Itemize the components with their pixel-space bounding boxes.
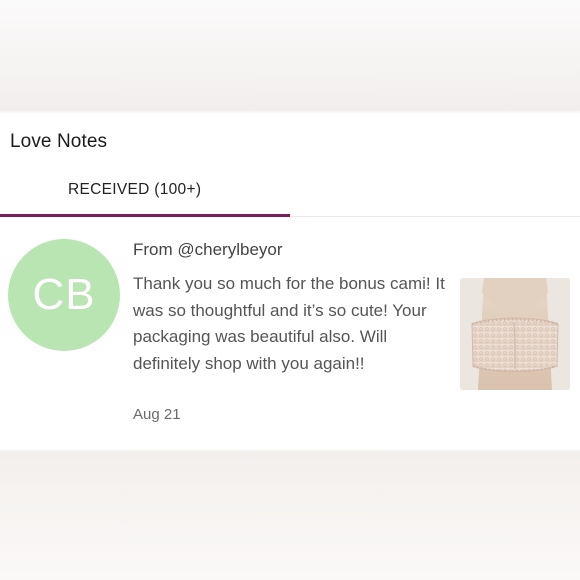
avatar[interactable]: CB	[8, 239, 120, 351]
lace-bandeau-photo	[460, 278, 570, 390]
tab-active-indicator	[0, 214, 290, 217]
note-date: Aug 21	[133, 406, 181, 423]
tab-received[interactable]: RECEIVED (100+)	[0, 172, 290, 218]
tabs-divider	[290, 216, 580, 217]
note-message: Thank you so much for the bonus cami! It…	[133, 274, 445, 373]
product-thumbnail[interactable]	[460, 278, 570, 390]
page-title: Love Notes	[10, 131, 108, 152]
tab-received-label: RECEIVED (100+)	[68, 181, 202, 198]
avatar-initials: CB	[32, 270, 96, 319]
note-sender[interactable]: From @cherylbeyor	[133, 240, 283, 260]
